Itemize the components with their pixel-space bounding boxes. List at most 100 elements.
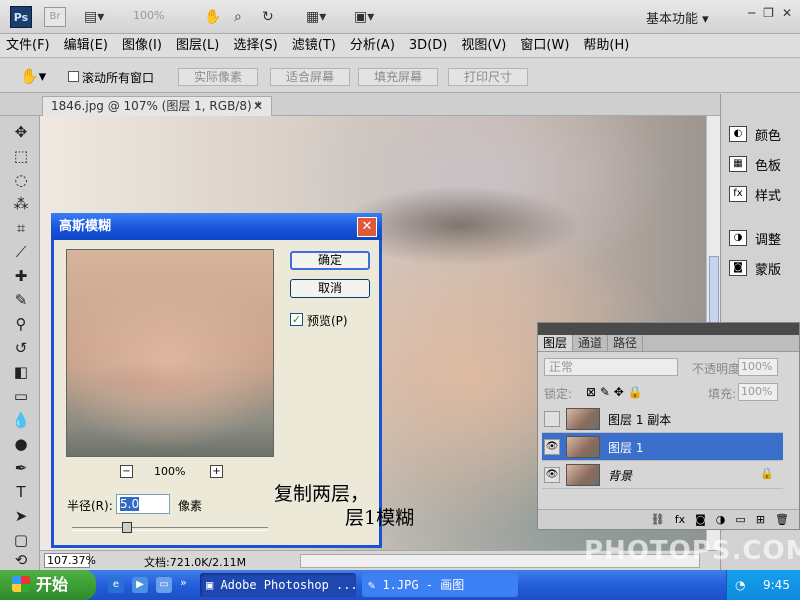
dialog-title[interactable]: 高斯模糊: [51, 213, 382, 240]
gradient-tool-icon[interactable]: ▭: [10, 386, 32, 406]
hand-icon[interactable]: ✋: [204, 7, 221, 27]
preview-checkbox[interactable]: ✓: [290, 313, 303, 326]
menu-analysis[interactable]: 分析(A): [350, 34, 395, 57]
layer-name: 图层 1: [608, 441, 644, 455]
cancel-button[interactable]: 取消: [290, 279, 370, 298]
radius-input[interactable]: 5.0: [116, 494, 170, 514]
zoom-in-button[interactable]: +: [210, 465, 223, 478]
radius-slider-thumb[interactable]: [122, 522, 132, 533]
eyedropper-tool-icon[interactable]: ⟋: [10, 242, 32, 262]
dodge-tool-icon[interactable]: ●: [10, 434, 32, 454]
opacity-field[interactable]: 100%: [738, 358, 778, 376]
eye-icon[interactable]: 👁: [544, 439, 560, 455]
zoom-out-button[interactable]: −: [120, 465, 133, 478]
workspace-switcher[interactable]: 基本功能 ▾: [646, 8, 709, 27]
scroll-all-windows-checkbox[interactable]: [68, 71, 79, 82]
eye-icon[interactable]: 👁: [544, 467, 560, 483]
delete-layer-icon[interactable]: 🗑: [775, 510, 789, 529]
zoom-field[interactable]: 107.37%: [44, 553, 96, 568]
path-select-tool-icon[interactable]: ➤: [10, 506, 32, 526]
screen-mode-icon[interactable]: ▣▾: [354, 7, 374, 27]
layers-panel-header[interactable]: [538, 323, 799, 335]
eraser-tool-icon[interactable]: ◧: [10, 362, 32, 382]
fill-screen-button[interactable]: 填充屏幕: [358, 68, 438, 86]
radius-slider[interactable]: [72, 527, 268, 531]
tab-layers[interactable]: 图层: [538, 335, 574, 351]
shape-tool-icon[interactable]: ▢: [10, 530, 32, 550]
visibility-toggle[interactable]: [544, 411, 560, 427]
layer-row[interactable]: 👁 背景 🔒: [542, 461, 783, 489]
fit-screen-button[interactable]: 适合屏幕: [270, 68, 350, 86]
history-brush-tool-icon[interactable]: ↺: [10, 338, 32, 358]
lasso-tool-icon[interactable]: ◌: [10, 170, 32, 190]
ie-icon[interactable]: e: [108, 577, 124, 593]
blur-tool-icon[interactable]: 💧: [10, 410, 32, 430]
brush-tool-icon[interactable]: ✎: [10, 290, 32, 310]
media-player-icon[interactable]: ▶: [132, 577, 148, 593]
layout-icon[interactable]: ▦▾: [306, 7, 326, 27]
taskbar-paint[interactable]: ✎ 1.JPG - 画图: [362, 573, 518, 597]
marquee-tool-icon[interactable]: ⬚: [10, 146, 32, 166]
minimize-icon[interactable]: ─: [748, 6, 755, 20]
clock[interactable]: 9:45: [763, 570, 790, 600]
mask-icon[interactable]: ◙: [695, 510, 706, 529]
menu-select[interactable]: 选择(S): [233, 34, 277, 57]
restore-icon[interactable]: ❐: [763, 6, 774, 20]
menu-view[interactable]: 视图(V): [461, 34, 506, 57]
fill-field[interactable]: 100%: [738, 383, 778, 401]
menu-file[interactable]: 文件(F): [6, 34, 50, 57]
link-icon[interactable]: ⛓: [651, 510, 665, 529]
close-icon[interactable]: ✕: [782, 6, 792, 20]
menu-window[interactable]: 窗口(W): [520, 34, 569, 57]
document-tab[interactable]: 1846.jpg @ 107% (图层 1, RGB/8) * ✕: [42, 96, 272, 116]
layer-thumbnail: [566, 408, 600, 430]
quicklaunch-more-icon[interactable]: »: [180, 576, 187, 589]
new-layer-icon[interactable]: ⊞: [756, 510, 765, 529]
ok-button[interactable]: 确定: [290, 251, 370, 270]
hand-tool-preset-icon[interactable]: ✋▾: [20, 67, 46, 85]
panel-styles[interactable]: fx 样式: [729, 182, 781, 206]
adjustment-layer-icon[interactable]: ◑: [716, 510, 726, 529]
zoom-icon[interactable]: ⌕: [234, 7, 242, 27]
menu-layer[interactable]: 图层(L): [176, 34, 219, 57]
panel-masks[interactable]: ◙ 蒙版: [729, 256, 781, 280]
preview-image[interactable]: [66, 249, 274, 457]
layer-row[interactable]: 图层 1 副本: [542, 405, 783, 433]
taskbar-photoshop[interactable]: ▣ Adobe Photoshop ...: [200, 573, 356, 597]
menu-filter[interactable]: 滤镜(T): [292, 34, 336, 57]
lock-icons[interactable]: ⊠ ✎ ✥ 🔒: [586, 385, 643, 399]
panel-swatches[interactable]: ▦ 色板: [729, 152, 781, 176]
healing-brush-tool-icon[interactable]: ✚: [10, 266, 32, 286]
blend-mode-select[interactable]: 正常: [544, 358, 678, 376]
actual-pixels-button[interactable]: 实际像素: [178, 68, 258, 86]
panel-adjustments[interactable]: ◑ 调整: [729, 226, 781, 250]
desktop-icon[interactable]: ▭: [156, 577, 172, 593]
pen-tool-icon[interactable]: ✒: [10, 458, 32, 478]
rotate-icon[interactable]: ↻: [262, 7, 274, 27]
tab-paths[interactable]: 路径: [608, 335, 644, 351]
quick-select-tool-icon[interactable]: ⁂: [10, 194, 32, 214]
menu-image[interactable]: 图像(I): [122, 34, 162, 57]
panel-color[interactable]: ◐ 颜色: [729, 122, 781, 146]
close-tab-icon[interactable]: ✕: [253, 97, 263, 115]
bridge-button[interactable]: Br: [44, 7, 66, 27]
type-tool-icon[interactable]: T: [10, 482, 32, 502]
zoom-level-dropdown[interactable]: 100%: [133, 9, 164, 22]
close-icon[interactable]: ✕: [357, 217, 377, 237]
clone-stamp-tool-icon[interactable]: ⚲: [10, 314, 32, 334]
menu-3d[interactable]: 3D(D): [409, 34, 447, 57]
menu-help[interactable]: 帮助(H): [583, 34, 629, 57]
start-button[interactable]: 开始: [0, 570, 96, 600]
3d-rotate-tool-icon[interactable]: ⟲: [10, 550, 32, 570]
menu-edit[interactable]: 编辑(E): [64, 34, 108, 57]
move-tool-icon[interactable]: ✥: [10, 122, 32, 142]
camera-icon[interactable]: ▤▾: [84, 7, 104, 27]
photoshop-logo: Ps: [10, 6, 32, 28]
layer-row-selected[interactable]: 👁 图层 1: [542, 433, 783, 461]
tab-channels[interactable]: 通道: [573, 335, 609, 351]
volume-icon[interactable]: ◔: [735, 570, 745, 600]
fx-icon[interactable]: fx: [675, 510, 685, 529]
print-size-button[interactable]: 打印尺寸: [448, 68, 528, 86]
crop-tool-icon[interactable]: ⌗: [10, 218, 32, 238]
group-icon[interactable]: ▭: [735, 510, 745, 529]
